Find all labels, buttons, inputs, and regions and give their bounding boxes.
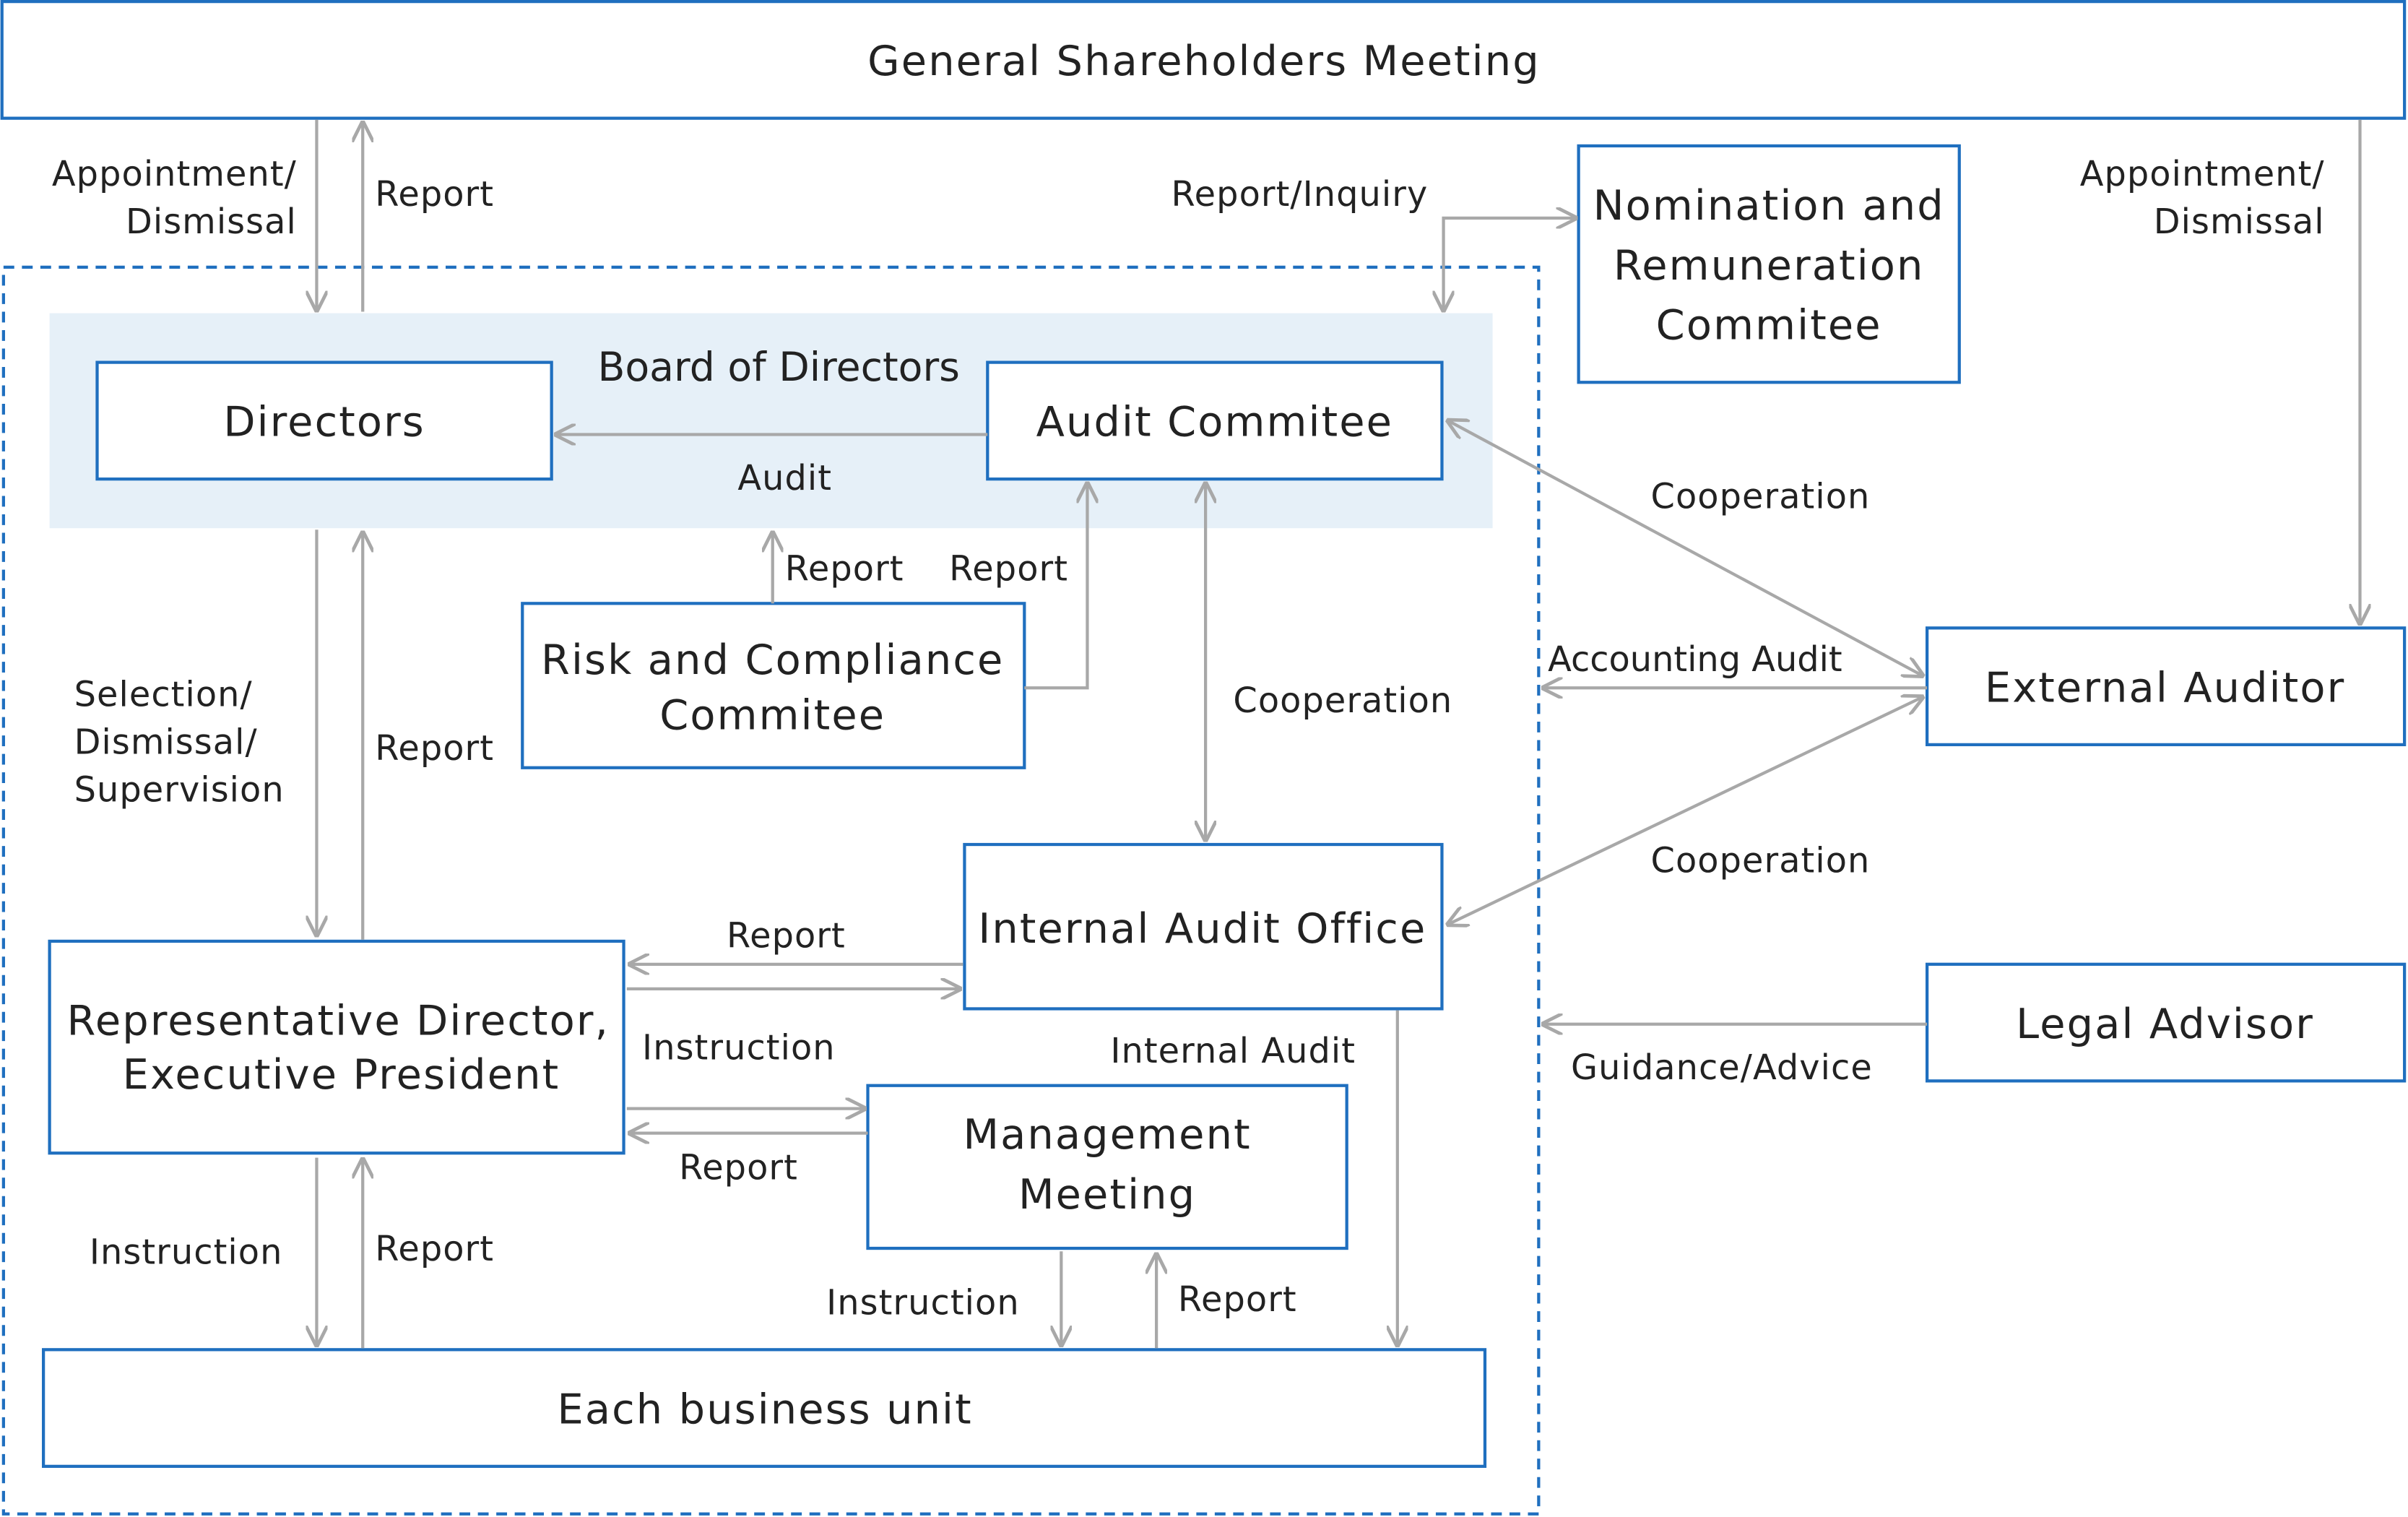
business-unit-box: Each business unit — [41, 1348, 1487, 1468]
label-guidance: Guidance/Advice — [1571, 1048, 1873, 1088]
label-appointment-left: Appointment/Dismissal — [52, 155, 297, 242]
external-auditor-box: External Auditor — [1925, 626, 2407, 746]
directors-box: Directors — [95, 360, 553, 481]
internal-audit-box: Internal Audit Office — [963, 842, 1444, 1011]
label-instruction-mm: Instruction — [642, 1029, 836, 1068]
label-cooperation-mid: Cooperation — [1233, 681, 1452, 721]
directors-label: Directors — [223, 398, 425, 446]
label-risk-report: Report — [785, 549, 904, 589]
label-audit: Audit — [737, 459, 832, 498]
governance-diagram: General Shareholders Meeting Board of Di… — [0, 0, 2407, 1516]
label-report-gsm: Report — [375, 175, 494, 215]
label-report-mm: Report — [679, 1148, 798, 1188]
management-box: Management Meeting — [866, 1084, 1348, 1250]
label-cooperation-top: Cooperation — [1651, 477, 1871, 517]
label-report-ia: Report — [727, 916, 846, 956]
rep-director-box: Representative Director, Executive Presid… — [48, 939, 625, 1155]
gsm-box: General Shareholders Meeting — [0, 0, 2407, 120]
external-auditor-label: External Auditor — [1985, 663, 2345, 712]
label-selection: Selection/Dismissal/Supervision — [74, 675, 285, 811]
label-accounting-audit: Accounting Audit — [1548, 640, 1842, 680]
label-internal-audit: Internal Audit — [1110, 1032, 1356, 1071]
label-report-bu: Report — [375, 1229, 494, 1269]
label-instruction-mm-bu: Instruction — [826, 1283, 1020, 1323]
label-instruction-bu: Instruction — [90, 1232, 283, 1272]
label-report-inquiry: Report/Inquiry — [1171, 175, 1429, 215]
audit-committee-label: Audit Commitee — [1036, 398, 1393, 446]
board-label: Board of Directors — [597, 345, 960, 391]
label-appointment-right: Appointment/Dismissal — [2080, 155, 2325, 242]
gsm-label: General Shareholders Meeting — [867, 37, 1541, 85]
internal-audit-label: Internal Audit Office — [978, 904, 1426, 953]
label-report-mm-bu: Report — [1178, 1280, 1297, 1320]
audit-committee-box: Audit Commitee — [986, 360, 1444, 481]
risk-box: Risk and Compliance Commitee — [521, 602, 1026, 769]
legal-advisor-box: Legal Advisor — [1925, 962, 2407, 1083]
label-cooperation-bottom: Cooperation — [1651, 841, 1871, 881]
label-report-dir: Report — [375, 729, 494, 769]
legal-advisor-label: Legal Advisor — [2016, 1000, 2314, 1048]
business-unit-label: Each business unit — [557, 1385, 972, 1433]
nomination-box: Nomination and Remuneration Commitee — [1577, 144, 1961, 384]
label-risk-report-audit: Report — [949, 549, 1068, 589]
